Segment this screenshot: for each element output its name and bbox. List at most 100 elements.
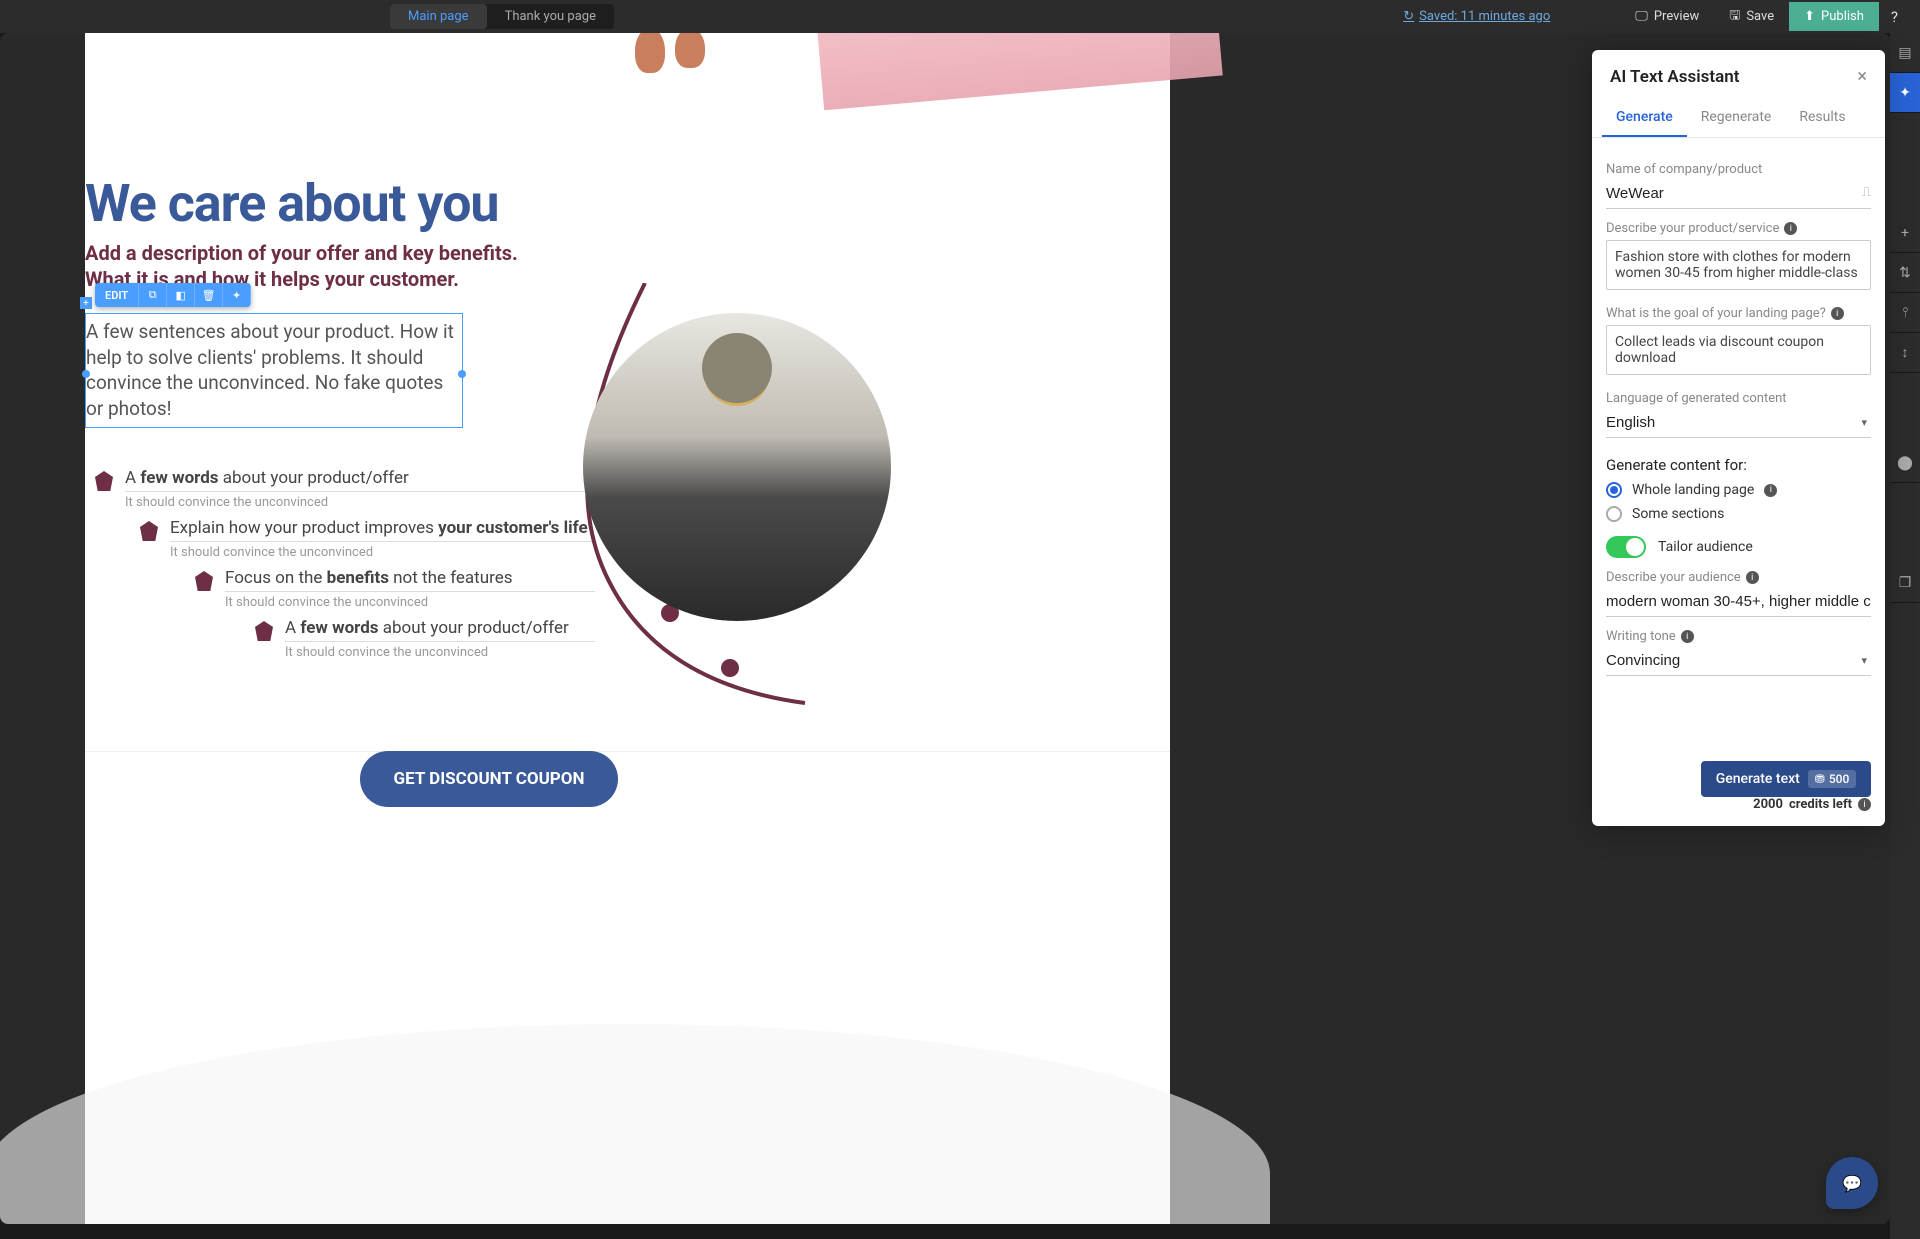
language-label: Language of generated content: [1606, 391, 1871, 406]
rail-layout-icon[interactable]: ▤: [1890, 33, 1920, 73]
tone-select[interactable]: Convincing: [1606, 648, 1871, 676]
feature-item[interactable]: A few words about your product/offer It …: [95, 468, 595, 510]
close-icon[interactable]: ×: [1857, 66, 1867, 87]
background-curve: [0, 1024, 1270, 1224]
tone-label: Writing tonei: [1606, 629, 1871, 644]
generate-cost: ⛃ 500: [1808, 770, 1857, 788]
pink-decoration: [817, 33, 1222, 110]
generate-text-button[interactable]: Generate text ⛃ 500: [1701, 761, 1871, 797]
edit-button[interactable]: EDIT: [95, 283, 139, 307]
subhead-line1: Add a description of your offer and key …: [85, 240, 518, 266]
selected-text-block[interactable]: A few sentences about your product. How …: [85, 313, 463, 428]
credits-remaining: 2000 credits left i: [1606, 797, 1871, 812]
toggle-label: Tailor audience: [1658, 539, 1753, 555]
preview-button[interactable]: 🖵 Preview: [1620, 2, 1714, 31]
audience-input[interactable]: [1606, 589, 1871, 617]
saved-text: Saved: 11 minutes ago: [1419, 9, 1550, 24]
generate-label: Generate text: [1716, 771, 1800, 787]
info-icon[interactable]: i: [1784, 222, 1797, 235]
feature-sub: It should convince the unconvinced: [285, 641, 595, 660]
describe-label: Describe your product/servicei: [1606, 221, 1871, 236]
save-label: Save: [1746, 9, 1774, 24]
brown-graphic: [635, 33, 725, 68]
selection-toolbar: EDIT ⧉ ◧ 🗑 ✦: [95, 283, 251, 307]
monitor-icon: 🖵: [1635, 9, 1648, 24]
save-icon: 🖫: [1729, 6, 1740, 28]
feature-item[interactable]: Explain how your product improves your c…: [140, 518, 595, 560]
audience-label: Describe your audiencei: [1606, 570, 1871, 585]
feature-title: Explain how your product improves your c…: [170, 518, 595, 538]
page-headline[interactable]: We care about you: [85, 173, 499, 234]
info-icon[interactable]: i: [1764, 484, 1777, 497]
language-select[interactable]: English: [1606, 410, 1871, 438]
rail-copy-icon[interactable]: ❐: [1890, 563, 1920, 603]
features-list: A few words about your product/offer It …: [95, 468, 595, 668]
radio-whole-page[interactable]: Whole landing page i: [1606, 482, 1871, 498]
feature-sub: It should convince the unconvinced: [170, 541, 595, 560]
tab-regenerate[interactable]: Regenerate: [1687, 99, 1786, 137]
rail-expand-icon[interactable]: ↕: [1890, 333, 1920, 373]
info-icon[interactable]: i: [1858, 798, 1871, 811]
chat-button[interactable]: 💬: [1826, 1157, 1878, 1209]
delete-icon[interactable]: 🗑: [195, 283, 223, 307]
move-icon[interactable]: ◧: [167, 283, 195, 307]
dress-icon: [255, 621, 273, 641]
ai-wand-icon[interactable]: ✦: [223, 283, 251, 307]
rail-ai-icon[interactable]: ✦: [1890, 73, 1920, 113]
cta-button[interactable]: GET DISCOUNT COUPON: [360, 751, 618, 807]
tab-results[interactable]: Results: [1785, 99, 1859, 137]
rail-adjust-icon[interactable]: ⫯: [1890, 293, 1920, 333]
help-button[interactable]: ?: [1879, 1, 1910, 33]
feature-title: A few words about your product/offer: [125, 468, 595, 488]
generate-for-heading: Generate content for:: [1606, 456, 1871, 474]
canvas[interactable]: We care about you Add a description of y…: [85, 33, 1170, 1224]
dress-icon: [95, 471, 113, 491]
publish-button[interactable]: ⬆ Publish: [1789, 2, 1879, 31]
rail-slider-icon[interactable]: ⬤: [1890, 443, 1920, 483]
info-icon[interactable]: i: [1831, 307, 1844, 320]
save-button[interactable]: 🖫 Save: [1714, 0, 1789, 35]
feature-item[interactable]: Focus on the benefits not the features I…: [195, 568, 595, 610]
feature-sub: It should convince the unconvinced: [225, 591, 595, 610]
publish-label: Publish: [1821, 9, 1864, 24]
radio-on-icon: [1606, 482, 1622, 498]
rail-sort-icon[interactable]: ⇅: [1890, 253, 1920, 293]
feature-title: Focus on the benefits not the features: [225, 568, 595, 588]
add-element-handle[interactable]: +: [80, 297, 92, 309]
feature-title: A few words about your product/offer: [285, 618, 595, 638]
goal-textarea[interactable]: Collect leads via discount coupon downlo…: [1606, 325, 1871, 375]
selected-text: A few sentences about your product. How …: [86, 319, 462, 422]
tab-thankyou-page[interactable]: Thank you page: [487, 4, 614, 29]
info-icon[interactable]: i: [1681, 630, 1694, 643]
chat-icon: 💬: [1842, 1174, 1862, 1193]
ai-panel-title: AI Text Assistant: [1610, 67, 1739, 87]
saved-status[interactable]: ↻ Saved: 11 minutes ago: [1403, 9, 1550, 24]
section-divider: [85, 751, 1170, 752]
company-input[interactable]: [1606, 181, 1871, 209]
rail-add-icon[interactable]: +: [1890, 213, 1920, 253]
radio-off-icon: [1606, 506, 1622, 522]
tab-main-page[interactable]: Main page: [390, 4, 487, 29]
preview-label: Preview: [1654, 9, 1699, 24]
company-label: Name of company/product: [1606, 162, 1871, 177]
ai-suggest-icon[interactable]: ⎍: [1862, 185, 1871, 200]
feature-sub: It should convince the unconvinced: [125, 491, 595, 510]
ai-text-assistant-panel: AI Text Assistant × Generate Regenerate …: [1592, 50, 1885, 826]
tab-generate[interactable]: Generate: [1602, 99, 1687, 137]
dress-icon: [195, 571, 213, 591]
describe-textarea[interactable]: Fashion store with clothes for modern wo…: [1606, 240, 1871, 290]
upload-icon: ⬆: [1804, 9, 1815, 24]
tailor-audience-toggle[interactable]: [1606, 536, 1646, 558]
dress-icon: [140, 521, 158, 541]
radio-label: Some sections: [1632, 506, 1724, 522]
duplicate-icon[interactable]: ⧉: [139, 283, 167, 307]
goal-label: What is the goal of your landing page?i: [1606, 306, 1871, 321]
info-icon[interactable]: i: [1746, 571, 1759, 584]
feature-item[interactable]: A few words about your product/offer It …: [255, 618, 595, 660]
resize-handle-right[interactable]: [458, 370, 466, 378]
product-image[interactable]: [583, 313, 891, 621]
radio-label: Whole landing page: [1632, 482, 1754, 498]
radio-some-sections[interactable]: Some sections: [1606, 506, 1871, 522]
coins-icon: ⛃: [1815, 772, 1825, 786]
history-icon: ↻: [1403, 9, 1414, 24]
